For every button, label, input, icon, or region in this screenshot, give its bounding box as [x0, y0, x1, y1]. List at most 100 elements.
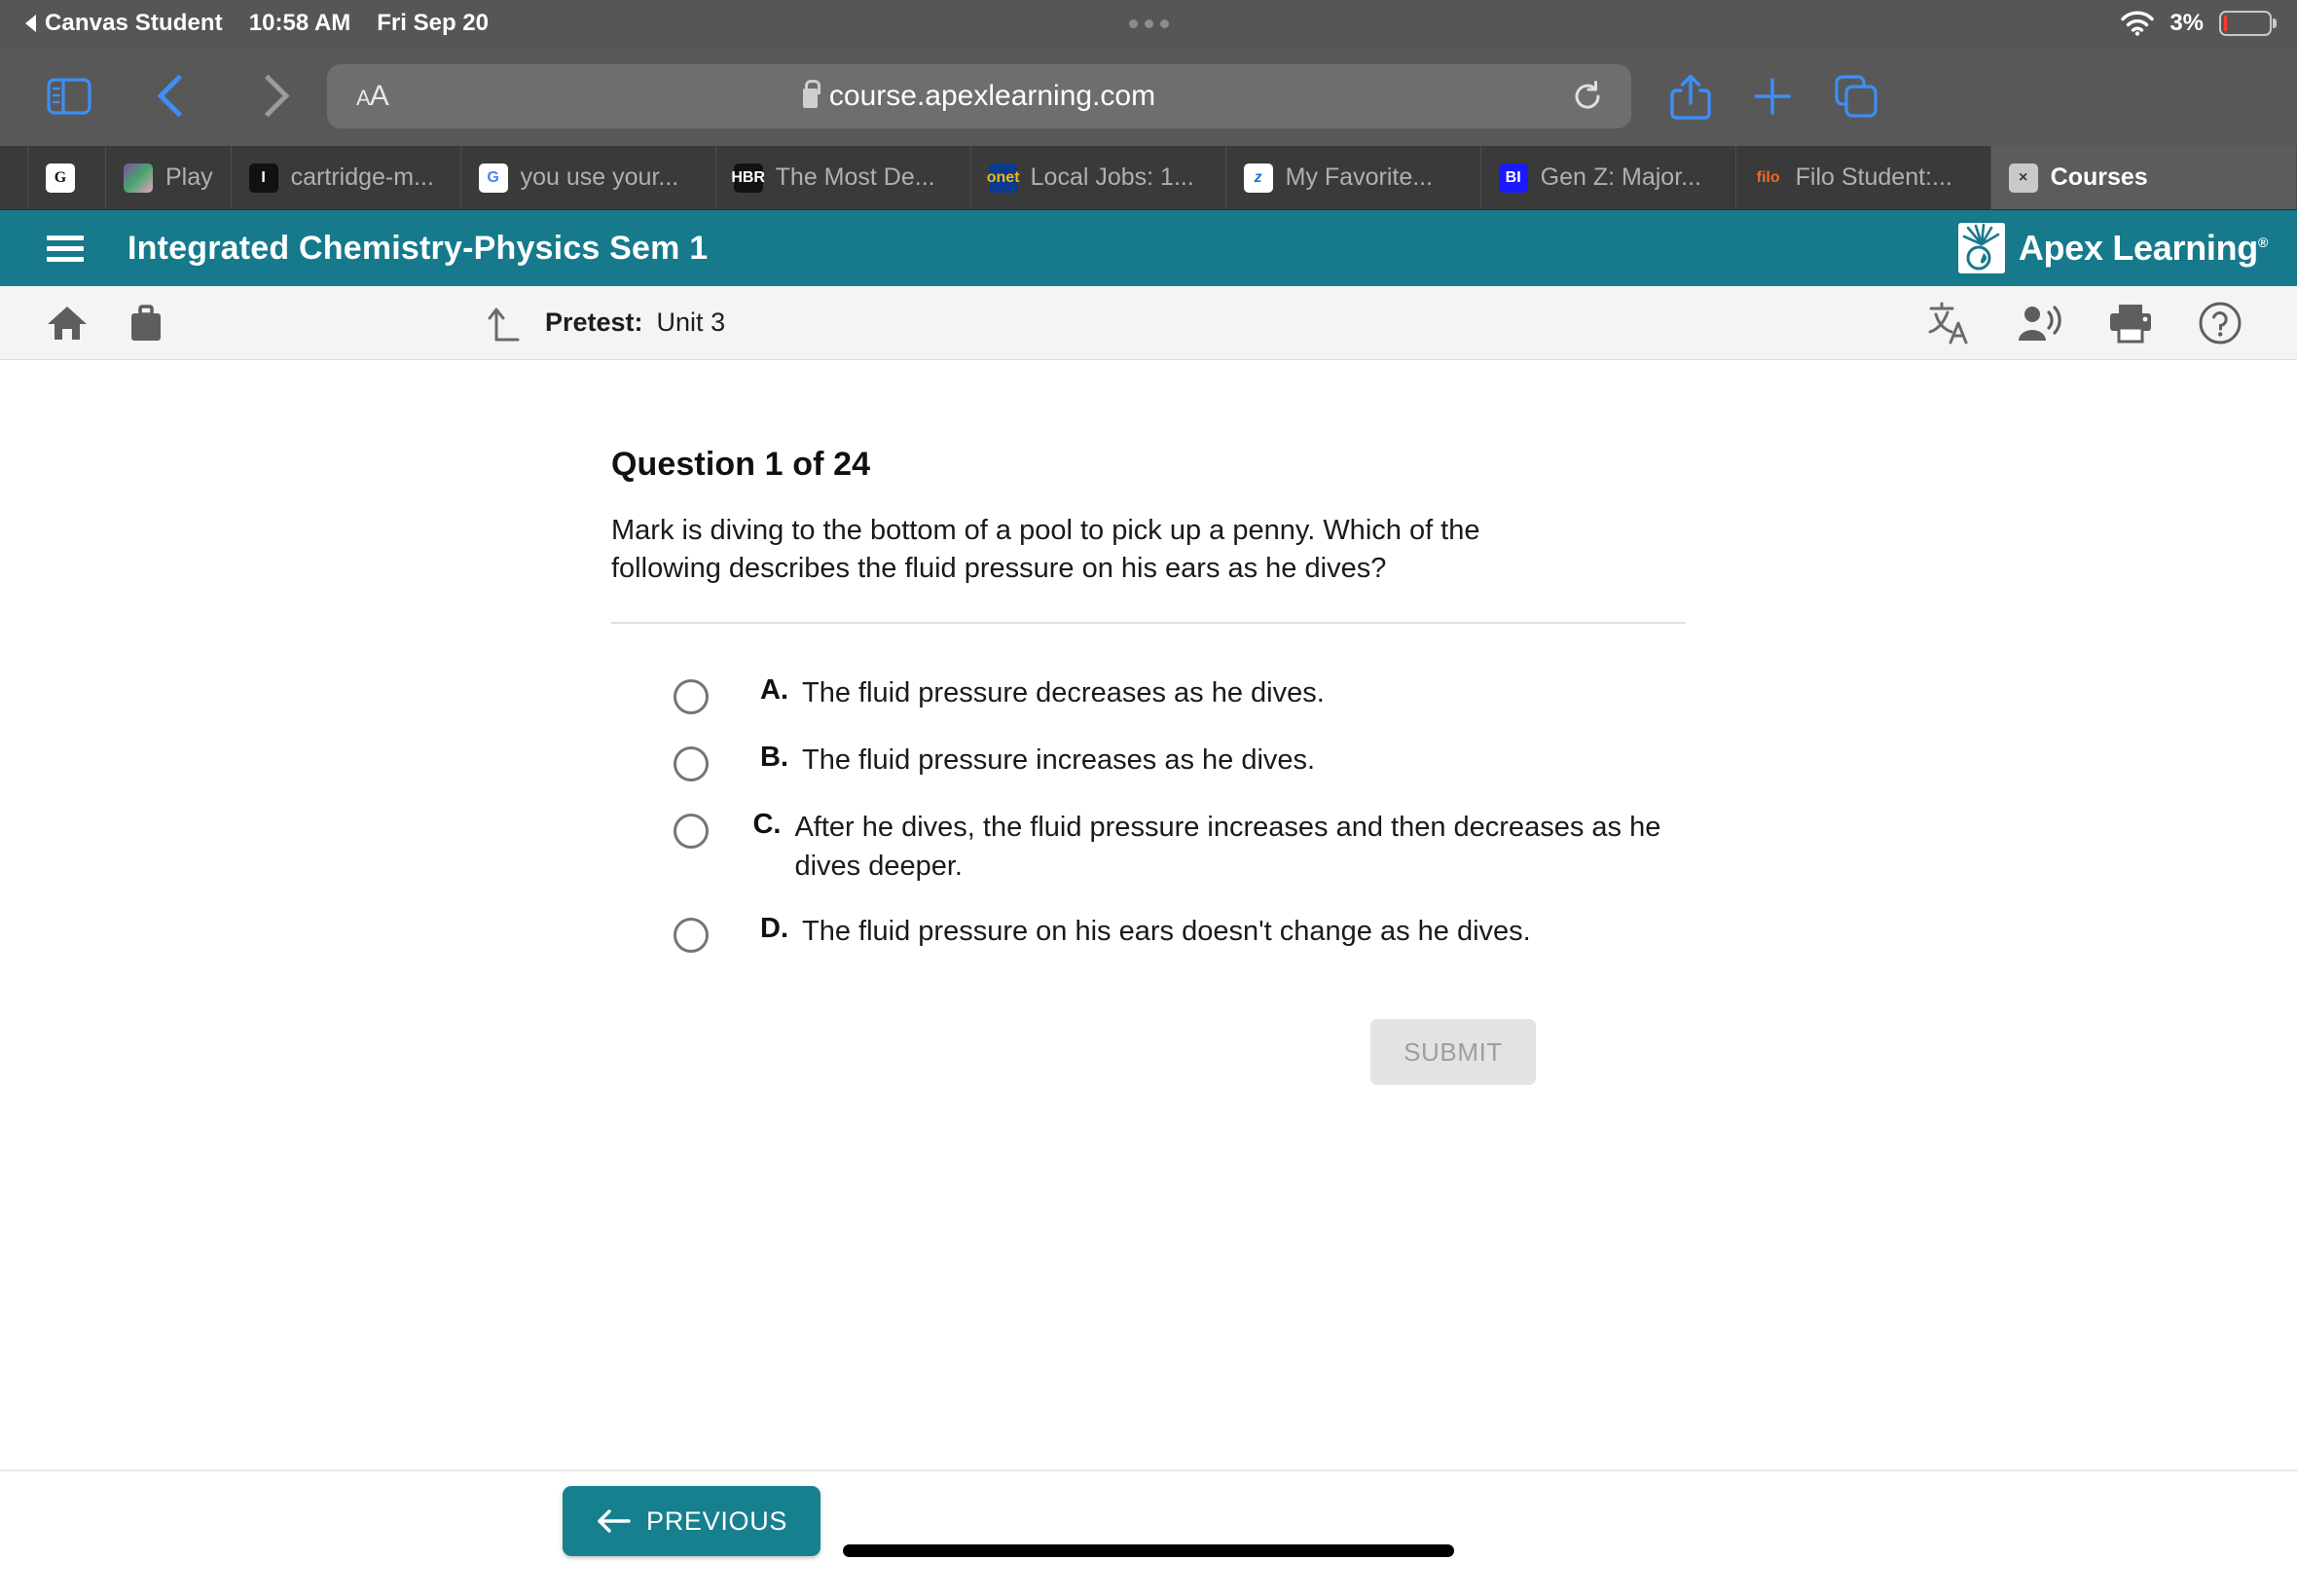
reload-icon[interactable]: [1571, 80, 1604, 113]
tab-label: Filo Student:...: [1795, 163, 1952, 191]
divider: [611, 622, 1686, 625]
triangle-left-icon: [25, 15, 36, 32]
home-indicator[interactable]: [843, 1544, 1454, 1557]
tabs-icon[interactable]: [1834, 74, 1878, 119]
status-bar-right: 3%: [2121, 10, 2272, 37]
option-text: The fluid pressure decreases as he dives…: [802, 677, 1325, 709]
course-title: Integrated Chemistry-Physics Sem 1: [128, 229, 709, 267]
sidebar-icon[interactable]: [33, 60, 105, 132]
apex-learning-logo: Apex Learning®: [1957, 223, 2268, 273]
close-icon[interactable]: ×: [2008, 163, 2038, 193]
briefcase-icon[interactable]: [127, 304, 165, 343]
level-up-arrow-icon[interactable]: [487, 303, 524, 344]
question-prompt: Mark is diving to the bottom of a pool t…: [611, 515, 1480, 584]
apex-sunburst-icon: [1957, 223, 2005, 273]
option-letter: B.: [760, 742, 788, 774]
answer-option-c[interactable]: C. After he dives, the fluid pressure in…: [674, 809, 1686, 886]
answer-option-a[interactable]: A. The fluid pressure decreases as he di…: [674, 674, 1686, 715]
brand-name: Apex Learning®: [2018, 228, 2268, 268]
tab-label: Courses: [2050, 163, 2148, 191]
tab-item[interactable]: G you use your...: [461, 146, 716, 209]
read-aloud-icon[interactable]: [2017, 304, 2063, 343]
question-footer: PREVIOUS: [0, 1469, 2297, 1571]
tab-label: The Most De...: [775, 163, 935, 191]
breadcrumb: Pretest: Unit 3: [487, 303, 725, 344]
hbr-icon: HBR: [731, 163, 765, 193]
google-icon: G: [478, 163, 508, 193]
tab-label: you use your...: [520, 163, 679, 191]
filo-icon: filo: [1756, 168, 1780, 186]
tab-item[interactable]: onet Local Jobs: 1...: [971, 146, 1226, 209]
tab-item[interactable]: HBR The Most De...: [716, 146, 971, 209]
tab-label: cartridge-m...: [290, 163, 434, 191]
battery-icon: [2219, 11, 2272, 36]
tab-item[interactable]: I cartridge-m...: [232, 146, 461, 209]
tab-item[interactable]: G: [28, 146, 106, 209]
address-bar-content: course.apexlearning.com: [327, 79, 1631, 113]
i-icon: I: [248, 163, 278, 193]
question-card: Question 1 of 24 Mark is diving to the b…: [611, 360, 1686, 1085]
status-bar-clock: 10:58 AM: [248, 10, 351, 36]
chevron-right-icon: [259, 78, 280, 115]
trademark-symbol: ®: [2257, 235, 2268, 250]
battery-percent-label: 3%: [2169, 10, 2204, 36]
status-bar-left[interactable]: Canvas Student 10:58 AM Fri Sep 20: [25, 10, 489, 37]
option-letter: D.: [760, 913, 788, 944]
tab-item[interactable]: BI Gen Z: Major...: [1481, 146, 1736, 209]
previous-label: PREVIOUS: [646, 1505, 788, 1536]
submit-row: SUBMIT: [611, 1019, 1686, 1085]
tab-item-active[interactable]: × Courses: [1990, 146, 2297, 209]
answer-options-list: A. The fluid pressure decreases as he di…: [611, 674, 1686, 953]
onet-icon: onet: [987, 163, 1020, 193]
answer-option-d[interactable]: D. The fluid pressure on his ears doesn'…: [674, 913, 1686, 953]
breadcrumb-label: Pretest:: [545, 308, 643, 337]
tab-item[interactable]: z My Favorite...: [1226, 146, 1481, 209]
option-text: The fluid pressure increases as he dives…: [802, 744, 1316, 777]
home-icon[interactable]: [47, 305, 88, 342]
url-text: course.apexlearning.com: [828, 80, 1156, 112]
tab-label: Local Jobs: 1...: [1030, 163, 1194, 191]
chevron-left-icon: [160, 78, 181, 115]
tab-strip: G Play I cartridge-m... G you use your..…: [0, 146, 2297, 210]
radio-button[interactable]: [674, 679, 709, 715]
breadcrumb-value: Unit 3: [656, 308, 726, 337]
course-header: Integrated Chemistry-Physics Sem 1 Apex …: [0, 210, 2297, 286]
translate-icon[interactable]: [1927, 302, 1972, 345]
print-icon[interactable]: [2108, 303, 2153, 344]
tab-label: Gen Z: Major...: [1540, 163, 1701, 191]
plus-icon[interactable]: [1752, 76, 1793, 117]
submit-button[interactable]: SUBMIT: [1370, 1019, 1536, 1085]
wifi-icon: [2121, 11, 2155, 36]
lock-icon: [802, 79, 821, 108]
play-icon: [124, 163, 153, 193]
radio-button[interactable]: [674, 918, 709, 953]
share-icon[interactable]: [1670, 73, 1711, 120]
tab-label: My Favorite...: [1285, 163, 1434, 191]
address-bar[interactable]: AAAA course.apexlearning.com: [327, 64, 1631, 128]
g-icon: G: [46, 163, 75, 193]
status-bar-date: Fri Sep 20: [377, 10, 489, 36]
back-to-app-label[interactable]: Canvas Student: [45, 10, 223, 37]
tab-item[interactable]: Play: [106, 146, 232, 209]
toolbar-right-actions: [1670, 73, 1878, 120]
arrow-left-icon: [596, 1506, 631, 1536]
subnav-left-icons: [33, 304, 165, 343]
browser-forward-button: [234, 60, 306, 132]
hamburger-menu-icon[interactable]: [47, 235, 84, 262]
radio-button[interactable]: [674, 746, 709, 782]
previous-button[interactable]: PREVIOUS: [563, 1486, 821, 1556]
ios-status-bar: Canvas Student 10:58 AM Fri Sep 20 3%: [0, 0, 2297, 47]
option-letter: C.: [752, 809, 782, 841]
answer-option-b[interactable]: B. The fluid pressure increases as he di…: [674, 742, 1686, 782]
radio-button[interactable]: [674, 814, 709, 850]
bi-icon: BI: [1498, 163, 1528, 193]
tab-item[interactable]: filo Filo Student:...: [1736, 146, 1991, 209]
help-circle-icon[interactable]: [2198, 301, 2242, 345]
page-title: Question 1 of 24: [611, 446, 871, 483]
question-content-area: Question 1 of 24 Mark is diving to the b…: [0, 360, 2297, 1469]
subnav-right-icons: [1927, 301, 2264, 345]
browser-back-button[interactable]: [134, 60, 206, 132]
browser-toolbar: AAAA course.apexlearning.com: [0, 47, 2297, 146]
option-text: The fluid pressure on his ears doesn't c…: [802, 916, 1531, 947]
option-text: After he dives, the fluid pressure incre…: [794, 812, 1661, 882]
